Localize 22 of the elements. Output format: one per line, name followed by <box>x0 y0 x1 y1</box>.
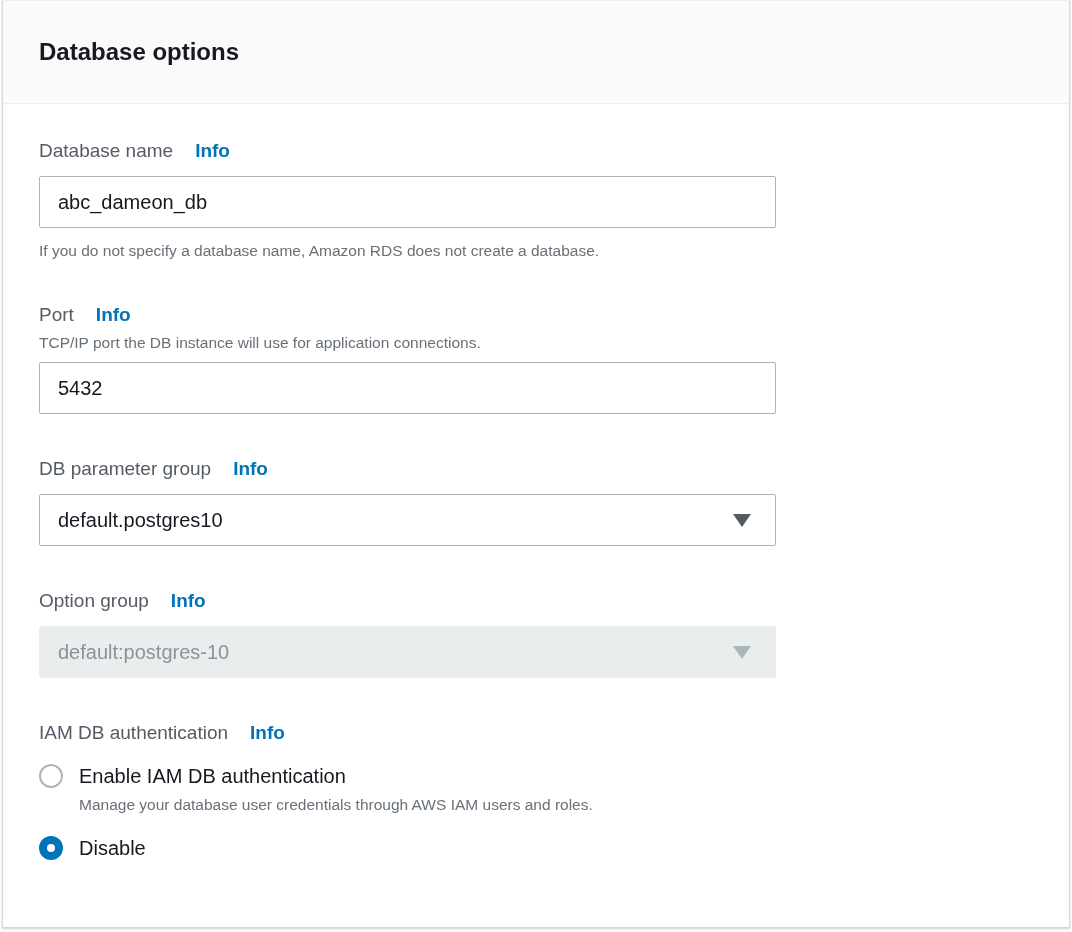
text-field[interactable]: abc_dameon_db <box>39 176 776 228</box>
info-link[interactable]: Info <box>250 722 285 744</box>
field-hint: If you do not specify a database name, Amazon RDS does not create a database. <box>39 242 601 260</box>
select-field[interactable]: default.postgres10 <box>39 494 776 546</box>
info-link[interactable]: Info <box>233 458 268 480</box>
info-link[interactable]: Info <box>95 304 131 326</box>
field-label: DB parameter group <box>39 458 212 480</box>
radio-button[interactable] <box>39 836 63 860</box>
field-label: Port <box>39 304 74 326</box>
field-description: TCP/IP port the DB instance will use for application connections. <box>39 334 482 352</box>
panel-title: Database options <box>39 38 240 66</box>
radio-label[interactable]: Enable IAM DB authentication <box>79 764 593 788</box>
text-field[interactable]: 5432 <box>39 362 776 414</box>
radio-button[interactable] <box>39 764 63 788</box>
caret-icon <box>733 513 751 527</box>
info-link[interactable]: Info <box>195 140 230 162</box>
field-label: Option group <box>39 590 149 612</box>
field-label: IAM DB authentication <box>39 722 229 744</box>
radio-description: Manage your database user credentials through AWS IAM users and roles. <box>79 796 593 814</box>
caret-icon <box>733 645 751 659</box>
radio-label[interactable]: Disable <box>79 836 146 860</box>
field-label: Database name <box>39 140 174 162</box>
